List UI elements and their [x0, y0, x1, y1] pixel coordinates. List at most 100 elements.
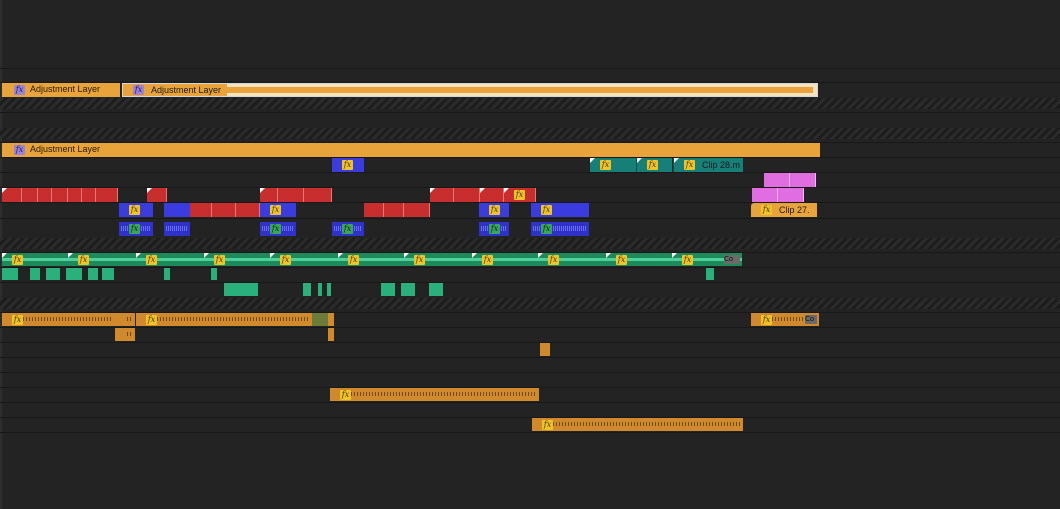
video-clip[interactable]	[752, 188, 778, 202]
fx-badge-icon: fx	[542, 420, 553, 430]
audio-clip[interactable]	[115, 313, 135, 326]
audio-clip[interactable]: fx	[532, 418, 743, 431]
adjustment-layer-clip-selected[interactable]: fx Adjustment Layer	[122, 83, 818, 97]
video-clip[interactable]	[22, 188, 38, 202]
fx-badge-icon: fx	[348, 255, 359, 265]
fx-badge-icon: fx	[541, 224, 552, 234]
video-clip[interactable]: fx	[636, 158, 672, 172]
audio-clip[interactable]	[102, 268, 114, 280]
audio-clip[interactable]	[401, 283, 415, 296]
video-clip[interactable]	[364, 203, 384, 217]
audio-clip[interactable]	[312, 313, 328, 326]
clip-label: Adjustment Layer	[30, 144, 101, 154]
audio-clip[interactable]	[540, 343, 550, 356]
audio-clip[interactable]	[88, 268, 98, 280]
audio-clip[interactable]	[224, 283, 258, 296]
video-clip[interactable]	[147, 188, 167, 202]
video-clip-28[interactable]: fx Clip 28.m	[673, 158, 743, 172]
video-clip[interactable]	[68, 188, 82, 202]
video-clip[interactable]: fx	[119, 203, 153, 217]
video-clip[interactable]	[236, 203, 260, 217]
fx-badge-icon: fx	[270, 224, 281, 234]
video-clip[interactable]: fx	[590, 158, 636, 172]
audio-clip[interactable]	[164, 268, 170, 280]
audio-clip[interactable]	[318, 283, 322, 296]
audio-clip[interactable]: fx	[330, 388, 539, 401]
video-clip[interactable]	[454, 188, 480, 202]
fx-badge-icon: fx	[78, 255, 89, 265]
track-separator	[0, 218, 1060, 219]
video-clip[interactable]	[278, 188, 304, 202]
clip-label: Clip 28.m	[702, 160, 741, 170]
audio-clip[interactable]	[30, 268, 40, 280]
adjustment-layer-clip[interactable]: fx Adjustment Layer	[2, 143, 820, 157]
video-clip[interactable]	[96, 188, 118, 202]
video-clip[interactable]	[384, 203, 404, 217]
video-clip[interactable]: fx	[531, 203, 577, 217]
video-clip[interactable]	[212, 203, 236, 217]
track-separator	[0, 282, 1060, 283]
audio-clip[interactable]	[381, 283, 395, 296]
audio-clip[interactable]: fx	[332, 222, 364, 236]
audio-clip[interactable]	[115, 328, 135, 341]
video-clip[interactable]	[778, 188, 804, 202]
video-clip[interactable]: fx	[479, 203, 509, 217]
adjustment-layer-clip[interactable]: fx Adjustment Layer	[2, 83, 120, 97]
video-clip[interactable]	[577, 203, 589, 217]
audio-clip[interactable]	[2, 268, 18, 280]
video-clip-strip[interactable]: fx fx fx fx fx fx fx fx fx fx fx Co	[2, 253, 742, 266]
audio-clip[interactable]: fx	[479, 222, 509, 236]
video-clip[interactable]	[304, 188, 332, 202]
fx-badge-icon: fx	[342, 160, 353, 170]
track-separator	[0, 68, 1060, 69]
video-clip[interactable]	[430, 188, 454, 202]
clip-label: Co	[724, 255, 740, 264]
audio-clip[interactable]: fx Co	[751, 313, 819, 326]
track-separator	[0, 372, 1060, 373]
audio-clip[interactable]: fx	[531, 222, 589, 236]
video-clip[interactable]	[480, 188, 504, 202]
fx-badge-icon: fx	[684, 160, 695, 170]
audio-clip[interactable]	[429, 283, 443, 296]
empty-track-hatch	[0, 238, 1060, 249]
audio-clip[interactable]	[706, 268, 714, 280]
fx-badge-icon: fx	[129, 224, 140, 234]
video-clip[interactable]	[164, 203, 190, 217]
audio-clip[interactable]	[46, 268, 60, 280]
fx-badge-icon: fx	[414, 255, 425, 265]
track-separator	[0, 202, 1060, 203]
video-clip[interactable]	[38, 188, 52, 202]
video-clip[interactable]	[790, 173, 816, 187]
fx-badge-icon: fx	[146, 255, 157, 265]
video-clip[interactable]	[2, 188, 22, 202]
audio-clip[interactable]	[328, 328, 334, 341]
audio-clip[interactable]	[66, 268, 82, 280]
video-clip[interactable]	[52, 188, 68, 202]
video-clip-27[interactable]: fx Clip 27.	[751, 203, 817, 217]
video-clip[interactable]: fx	[260, 203, 296, 217]
audio-clip[interactable]	[164, 222, 190, 236]
track-separator	[0, 432, 1060, 433]
timeline-panel[interactable]: fx Adjustment Layer fx Adjustment Layer …	[0, 0, 1060, 509]
video-clip[interactable]	[764, 173, 790, 187]
audio-clip[interactable]	[211, 268, 217, 280]
audio-clip[interactable]: fx	[119, 222, 153, 236]
video-clip[interactable]: fx	[504, 188, 536, 202]
audio-clip[interactable]	[303, 283, 311, 296]
fx-badge-icon: fx	[548, 255, 559, 265]
fx-badge-icon: fx	[647, 160, 658, 170]
video-clip[interactable]	[260, 188, 278, 202]
video-clip[interactable]	[190, 203, 212, 217]
audio-clip[interactable]	[328, 313, 334, 326]
fx-badge-icon: fx	[133, 85, 144, 95]
audio-clip[interactable]: fx	[2, 313, 115, 326]
track-separator	[0, 342, 1060, 343]
video-clip[interactable]: fx	[332, 158, 364, 172]
audio-clip[interactable]: fx	[136, 313, 312, 326]
video-clip[interactable]	[82, 188, 96, 202]
fx-badge-icon: fx	[340, 390, 351, 400]
audio-clip[interactable]	[327, 283, 331, 296]
audio-clip[interactable]: fx	[260, 222, 296, 236]
video-clip[interactable]	[404, 203, 430, 217]
empty-track-hatch	[0, 98, 1060, 109]
